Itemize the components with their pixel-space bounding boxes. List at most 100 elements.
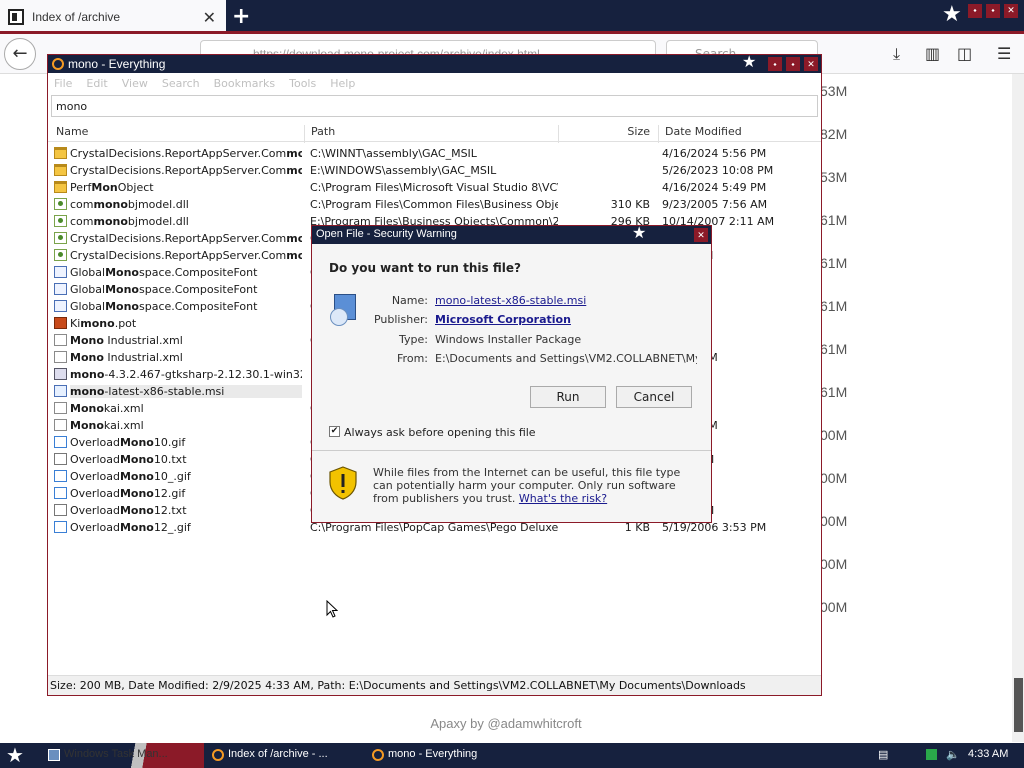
- file-name-match: Mono: [105, 300, 139, 313]
- file-name-suffix: kai.xml: [103, 419, 144, 432]
- file-name-prefix: Global: [70, 266, 106, 279]
- file-name-link[interactable]: mono-latest-x86-stable.msi: [435, 294, 697, 307]
- menu-search[interactable]: Search: [162, 77, 200, 93]
- maximize-button[interactable]: ⬩: [986, 4, 1000, 18]
- menu-view[interactable]: View: [122, 77, 148, 93]
- downloads-icon[interactable]: ⤓: [893, 44, 900, 64]
- browser-tab[interactable]: Index of /archive ✕: [0, 0, 226, 34]
- always-ask-label[interactable]: Always ask before opening this file: [344, 426, 536, 439]
- file-name-suffix: Industrial.xml: [103, 351, 183, 364]
- file-path: C:\Program Files\Microsoft Visual Studio…: [310, 181, 558, 194]
- maximize-button[interactable]: ⬩: [786, 57, 800, 71]
- run-button[interactable]: Run: [530, 386, 606, 408]
- file-row[interactable]: CrystalDecisions.ReportAppServer.Common.…: [48, 162, 821, 179]
- taskbar-item-everything[interactable]: mono - Everything: [370, 743, 500, 768]
- font-file-icon: [54, 283, 67, 295]
- apaxy-favicon-icon: [8, 9, 24, 25]
- menu-help[interactable]: Help: [330, 77, 355, 93]
- file-row[interactable]: commonobjmodel.dll C:\Program Files\Commo…: [48, 196, 821, 213]
- close-button[interactable]: ✕: [804, 57, 818, 71]
- file-date: 4/16/2024 5:56 PM: [662, 147, 767, 160]
- file-name: CrystalDecisions.ReportAppServer.Common.…: [70, 249, 302, 262]
- publisher-link[interactable]: Microsoft Corporation: [435, 313, 697, 326]
- library-icon[interactable]: ▥: [925, 44, 940, 63]
- file-name-suffix: -4.3.2.467-gtksharp-2.12.30.1-win32-...: [104, 368, 302, 381]
- publisher-label: Publisher:: [373, 313, 428, 326]
- always-ask-checkbox[interactable]: ✔: [329, 426, 340, 437]
- file-name: GlobalMonospace.CompositeFont: [70, 266, 302, 279]
- file-name-suffix: 10_.gif: [153, 470, 191, 483]
- file-name-suffix: -latest-x86-stable.msi: [104, 385, 225, 398]
- file-date: 9/23/2005 7:56 AM: [662, 198, 768, 211]
- file-name: Monokai.xml: [70, 402, 302, 415]
- window-controls: ⬩ ⬩ ✕: [768, 57, 818, 71]
- column-name[interactable]: Name: [56, 125, 88, 143]
- from-label: From:: [397, 352, 428, 365]
- warning-message: While files from the Internet can be use…: [373, 466, 695, 505]
- file-name-match: Mono: [119, 453, 154, 466]
- file-name-match: mono: [80, 317, 115, 330]
- start-button[interactable]: ★: [6, 743, 24, 768]
- taskbar-item-label: mono - Everything: [388, 748, 478, 760]
- dir-size: 00M: [820, 513, 848, 529]
- volume-icon[interactable]: 🔈: [946, 748, 960, 761]
- minimize-button[interactable]: ⬩: [968, 4, 982, 18]
- network-icon[interactable]: [926, 749, 937, 760]
- dialog-titlebar[interactable]: Open File - Security Warning ★ ✕: [312, 225, 711, 244]
- file-name-match: Mono: [70, 419, 104, 432]
- dir-size: 00M: [820, 470, 848, 486]
- minimize-button[interactable]: ⬩: [768, 57, 782, 71]
- column-size[interactable]: Size: [558, 125, 654, 143]
- window-controls: ⬩ ⬩ ✕: [968, 4, 1018, 18]
- close-button[interactable]: ✕: [1004, 4, 1018, 18]
- file-name: GlobalMonospace.CompositeFont: [70, 300, 302, 313]
- new-tab-button[interactable]: +: [232, 4, 250, 29]
- cancel-button[interactable]: Cancel: [616, 386, 692, 408]
- shield-warning-icon: [329, 466, 357, 500]
- file-name: Monokai.xml: [70, 419, 302, 432]
- menu-bookmarks[interactable]: Bookmarks: [214, 77, 275, 93]
- taskbar-item-browser[interactable]: Index of /archive - ...: [210, 743, 358, 768]
- column-path[interactable]: Path: [304, 125, 335, 143]
- file-name-suffix: bjmodel.dll: [127, 198, 189, 211]
- sidebar-icon[interactable]: ◫: [957, 44, 972, 63]
- file-name-suffix: Industrial.xml: [103, 334, 183, 347]
- txt-file-icon: [54, 504, 67, 516]
- page-scrollbar[interactable]: [1012, 74, 1024, 742]
- scroll-thumb[interactable]: [1014, 678, 1023, 732]
- column-date-modified[interactable]: Date Modified: [658, 125, 742, 143]
- file-name: OverloadMono10.gif: [70, 436, 302, 449]
- file-name: mono-4.3.2.467-gtksharp-2.12.30.1-win32-…: [70, 368, 302, 381]
- file-name-match: Mono: [70, 351, 104, 364]
- file-name-match: Mon: [91, 181, 118, 194]
- file-name: Mono Industrial.xml: [70, 334, 302, 347]
- menu-tools[interactable]: Tools: [289, 77, 316, 93]
- file-name: OverloadMono12_.gif: [70, 521, 302, 534]
- search-input[interactable]: mono: [51, 95, 818, 117]
- dialog-close-button[interactable]: ✕: [694, 228, 708, 242]
- back-button[interactable]: ←: [4, 38, 36, 70]
- file-name-prefix: Overload: [70, 487, 120, 500]
- keyboard-icon[interactable]: ▤: [878, 748, 888, 761]
- file-name-match: Mono: [119, 470, 154, 483]
- file-name: OverloadMono10_.gif: [70, 470, 302, 483]
- clock[interactable]: 4:33 AM: [968, 748, 1008, 760]
- file-name-prefix: CrystalDecisions.ReportAppServer.Com: [70, 232, 287, 245]
- taskbar-item-task-manager[interactable]: Windows Task Man...: [46, 743, 204, 768]
- exe-file-icon: [54, 368, 67, 380]
- tab-close-icon[interactable]: ✕: [203, 8, 216, 27]
- file-name-suffix: 12.txt: [153, 504, 187, 517]
- gif-file-icon: [54, 521, 67, 533]
- file-name-suffix: kai.xml: [103, 402, 144, 415]
- file-name-match: mon: [286, 232, 302, 245]
- menu-edit[interactable]: Edit: [86, 77, 107, 93]
- menu-file[interactable]: File: [54, 77, 72, 93]
- whats-the-risk-link[interactable]: What's the risk?: [519, 492, 607, 505]
- file-row[interactable]: PerfMonObject C:\Program Files\Microsoft …: [48, 179, 821, 196]
- file-name: PerfMonObject: [70, 181, 302, 194]
- everything-titlebar[interactable]: mono - Everything ★ ⬩ ⬩ ✕: [48, 54, 821, 73]
- file-row[interactable]: CrystalDecisions.ReportAppServer.Common.…: [48, 145, 821, 162]
- dir-size: 61M: [820, 255, 848, 271]
- menu-icon[interactable]: ☰: [997, 44, 1011, 63]
- dll-file-icon: [54, 232, 67, 244]
